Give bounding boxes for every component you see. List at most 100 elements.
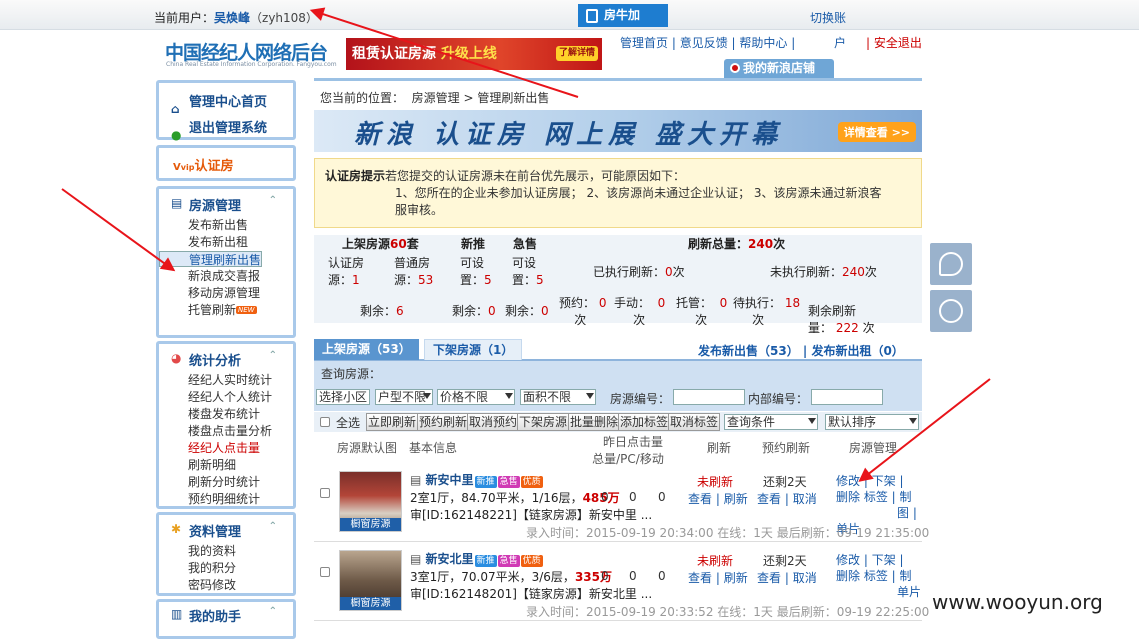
single-link[interactable]: 单片 xyxy=(897,585,921,599)
house-info: 3室1厅，70.07平米，3/6层，335万 审[ID:162148201]【链家… xyxy=(410,569,652,603)
collapse-icon[interactable]: ⌃ xyxy=(269,521,277,532)
sidebar-item-trust-refresh[interactable]: 托管刷新 NEW xyxy=(159,302,293,319)
house-no-input[interactable] xyxy=(673,389,745,405)
sidebar-section-house[interactable]: ▤ 房源管理 ⌃ xyxy=(159,195,293,214)
sidebar-section-profile[interactable]: ✱ 资料管理 ⌃ xyxy=(159,521,293,540)
sidebar-item-admin-home[interactable]: ⌂ 管理中心首页 xyxy=(159,90,293,116)
fangniu-button[interactable]: 房牛加 xyxy=(578,4,668,27)
delete-link[interactable]: 删除 xyxy=(836,569,860,583)
link-help[interactable]: 帮助中心 xyxy=(739,36,787,50)
query-condition-select[interactable]: 查询条件 xyxy=(724,414,818,430)
user-name[interactable]: 吴焕峰 xyxy=(214,11,250,25)
house-thumbnail[interactable]: 橱窗房源 xyxy=(339,471,402,532)
sidebar-item-realtime-stats[interactable]: 经纪人实时统计 xyxy=(159,372,293,389)
offline-link[interactable]: 下架 xyxy=(872,474,896,488)
sidebar-item-booking-detail[interactable]: 预约明细统计 xyxy=(159,491,293,508)
sidebar-item-vip-cert[interactable]: Vvip认证房 xyxy=(159,155,293,174)
cancel-book-button[interactable]: 取消预约 xyxy=(467,413,520,431)
area-select[interactable]: 面积不限 xyxy=(520,389,596,405)
link-feedback[interactable]: 意见反馈 xyxy=(680,36,728,50)
collapse-icon[interactable]: ⌃ xyxy=(269,606,277,617)
collapse-icon[interactable]: ⌃ xyxy=(269,350,277,361)
add-tag-button[interactable]: 添加标签 xyxy=(618,413,671,431)
view-link[interactable]: 查看 xyxy=(757,492,781,506)
sidebar-section-stats[interactable]: ◕ 统计分析 ⌃ xyxy=(159,350,293,369)
sidebar-item-my-points[interactable]: 我的积分 xyxy=(159,560,293,577)
sidebar-item-publish-sale[interactable]: 发布新出售 xyxy=(159,217,293,234)
bull-icon[interactable] xyxy=(930,290,972,332)
tab-offline-houses[interactable]: 下架房源（1） xyxy=(424,339,523,360)
sidebar-item-my-profile[interactable]: 我的资料 xyxy=(159,543,293,560)
view-link[interactable]: 查看 xyxy=(688,571,712,585)
switch-account-link-2[interactable]: 户 xyxy=(834,34,846,51)
banner-detail-button[interactable]: 了解详情 xyxy=(555,46,598,61)
online-value: 60 xyxy=(390,237,407,251)
unexecuted-refresh: 未执行刷新：240次 xyxy=(770,264,877,281)
book-refresh-button[interactable]: 预约刷新 xyxy=(417,413,470,431)
sidebar-item-refresh-detail[interactable]: 刷新明细 xyxy=(159,457,293,474)
sidebar-item-sina-deals[interactable]: 新浪成交喜报 xyxy=(159,268,293,285)
publish-sale-link[interactable]: 发布新出售（53） xyxy=(698,344,799,358)
house-title[interactable]: ▤ 新安北里 新推 急售 优质 xyxy=(410,550,543,567)
col-refresh: 刷新 xyxy=(707,441,732,455)
notice-line-2: 1、您所在的企业未参加认证房展； 2、该房源尚未通过企业认证； 3、该房源未通过… xyxy=(395,186,882,200)
switch-account-link[interactable]: 切换账 xyxy=(810,9,846,26)
inner-no-input[interactable] xyxy=(811,389,883,405)
expo-detail-button[interactable]: 详情查看 >> xyxy=(837,122,916,142)
price-select[interactable]: 价格不限 xyxy=(437,389,515,405)
batch-delete-button[interactable]: 批量删除 xyxy=(568,413,621,431)
offline-link[interactable]: 下架 xyxy=(872,553,896,567)
tag-link[interactable]: 标签 xyxy=(864,490,888,504)
collapse-icon[interactable]: ⌃ xyxy=(269,195,277,206)
view-link[interactable]: 查看 xyxy=(757,571,781,585)
estate-select[interactable]: 选择小区 xyxy=(316,389,370,405)
sidebar-item-estate-stats[interactable]: 楼盘发布统计 xyxy=(159,406,293,423)
unexecuted-unit: 次 xyxy=(864,265,877,279)
house-thumbnail[interactable]: 橱窗房源 xyxy=(339,550,402,611)
trust-unit: 次 xyxy=(695,313,708,327)
cert-expo-banner[interactable]: 新浪 认证房 网上展 盛大开幕 详情查看 >> xyxy=(314,110,922,152)
refresh-now-button[interactable]: 立即刷新 xyxy=(366,413,419,431)
cancel-link[interactable]: 取消 xyxy=(793,492,817,506)
offline-house-button[interactable]: 下架房源 xyxy=(517,413,570,431)
refresh-total-value: 240 xyxy=(748,237,774,251)
make-link-2[interactable]: 图 xyxy=(897,506,909,520)
sort-select[interactable]: 默认排序 xyxy=(825,414,919,430)
my-sina-shop-tab[interactable]: 我的新浪店铺 xyxy=(724,59,834,78)
sidebar-item-estate-clicks[interactable]: 楼盘点击量分析 xyxy=(159,423,293,440)
cancel-link[interactable]: 取消 xyxy=(793,571,817,585)
wechat-icon[interactable] xyxy=(930,243,972,285)
row-checkbox[interactable] xyxy=(320,487,330,501)
sidebar-item-agent-clicks[interactable]: 经纪人点击量 xyxy=(159,440,293,457)
weibo-icon xyxy=(730,63,740,73)
layout-select[interactable]: 户型不限 xyxy=(375,389,433,405)
link-admin-home[interactable]: 管理首页 xyxy=(620,36,668,50)
sidebar-item-mobile-house[interactable]: 移动房源管理 xyxy=(159,285,293,302)
manual-count: 手动： 0 次 xyxy=(614,295,665,329)
sidebar-section-helper[interactable]: ▥ 我的助手 ⌃ xyxy=(159,606,293,625)
make-link[interactable]: 制 xyxy=(900,569,912,583)
tag-link[interactable]: 标签 xyxy=(864,569,888,583)
tab-online-houses[interactable]: 上架房源（53） xyxy=(314,339,419,360)
sidebar-item-exit-admin[interactable]: ● 退出管理系统 xyxy=(159,116,293,142)
house-title[interactable]: ▤ 新安中里 新推 急售 优质 xyxy=(410,471,543,488)
view-link[interactable]: 查看 xyxy=(688,492,712,506)
edit-link[interactable]: 修改 xyxy=(836,553,860,567)
sidebar-helper-box: ▥ 我的助手 ⌃ xyxy=(156,599,296,639)
sidebar-item-refresh-hourly[interactable]: 刷新分时统计 xyxy=(159,474,293,491)
publish-rent-link[interactable]: 发布新出租（0） xyxy=(811,344,903,358)
executed-value: 0 xyxy=(665,265,673,279)
select-all-checkbox[interactable] xyxy=(320,416,330,430)
refresh-link[interactable]: 刷新 xyxy=(724,492,748,506)
row-checkbox[interactable] xyxy=(320,566,330,580)
sidebar-item-password[interactable]: 密码修改 xyxy=(159,577,293,594)
cancel-tag-button[interactable]: 取消标签 xyxy=(668,413,721,431)
rental-cert-banner[interactable]: 租赁认证房源 升级上线 了解详情 xyxy=(346,38,602,70)
sidebar-item-personal-stats[interactable]: 经纪人个人统计 xyxy=(159,389,293,406)
sidebar-item-publish-rent[interactable]: 发布新出租 xyxy=(159,234,293,251)
logout-link[interactable]: | 安全退出 xyxy=(866,34,922,51)
delete-link[interactable]: 删除 xyxy=(836,490,860,504)
make-link[interactable]: 制 xyxy=(900,490,912,504)
clicks-pc: 0 xyxy=(658,569,666,583)
refresh-link[interactable]: 刷新 xyxy=(724,571,748,585)
